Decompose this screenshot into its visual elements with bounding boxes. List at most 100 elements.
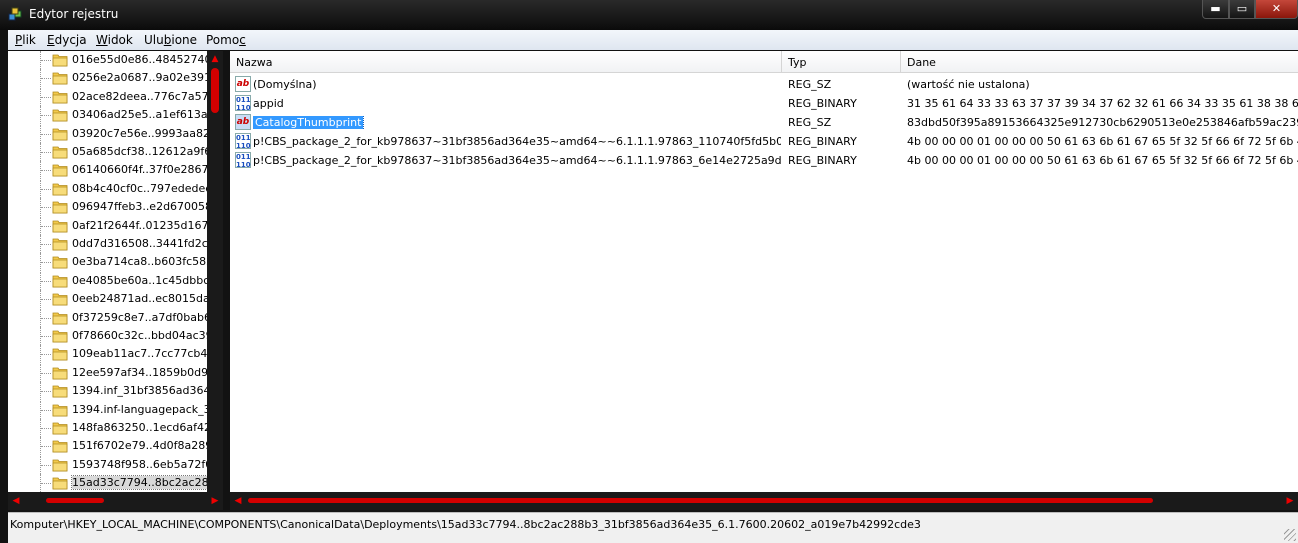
menu-view[interactable]: Widok <box>96 33 133 47</box>
tree-item[interactable]: 0dd7d316508..3441fd2cdc <box>8 235 207 253</box>
title-bar[interactable]: Edytor rejestru ▬ ▭ ✕ <box>0 0 1298 30</box>
registry-tree[interactable]: 016e55d0e86..484527408f. 0256e2a0687..9a0… <box>8 51 223 510</box>
tree-guide-branch <box>41 96 51 98</box>
tree-item-label: 0af21f2644f..01235d16785 <box>72 218 207 232</box>
folder-icon <box>52 256 68 269</box>
registry-editor-app-icon <box>8 7 22 21</box>
tree-item-label: 0e4085be60a..1c45dbbc1a <box>72 273 207 287</box>
tree-item[interactable]: 0e4085be60a..1c45dbbc1a <box>8 271 207 290</box>
list-hscroll-thumb[interactable] <box>248 498 1153 503</box>
folder-icon <box>52 220 68 232</box>
tree-guide-branch <box>41 317 51 319</box>
menu-edit-rest: dycja <box>54 33 87 47</box>
folder-icon <box>52 91 68 104</box>
column-header-type[interactable]: Typ <box>782 51 901 73</box>
string-value-icon: ab <box>235 114 251 130</box>
folder-icon <box>52 312 68 324</box>
tree-item-label: 0e3ba714ca8..b603fc5828. <box>72 255 207 269</box>
tree-item-label: 03920c7e56e..9993aa820b <box>72 126 207 140</box>
tree-guide-branch <box>41 78 51 80</box>
folder-icon <box>52 109 68 122</box>
tree-item-label: 0f37259c8e7..a7df0bab62a <box>72 310 207 324</box>
tree-guide-branch <box>41 428 51 429</box>
value-row[interactable]: 011 110 p!CBS_package_2_for_kb978637~31bf… <box>230 132 1298 151</box>
tree-item[interactable]: 1593748f958..6eb5a72f0b8 <box>8 455 207 474</box>
tree-horizontal-scrollbar[interactable]: ◀ ▶ <box>8 492 223 510</box>
tree-item[interactable]: 15ad33c7794..8bc2ac288b <box>8 474 207 493</box>
list-scroll-left-arrow-icon[interactable]: ◀ <box>230 492 246 510</box>
folder-icon <box>52 275 68 288</box>
tree-vscroll-thumb[interactable] <box>211 68 219 113</box>
tree-item[interactable]: 0f78660c32c..bbd04ac394 <box>8 327 207 345</box>
tree-item-label: 1593748f958..6eb5a72f0b8 <box>72 457 207 471</box>
folder-icon <box>52 164 68 177</box>
tree-item[interactable]: 0256e2a0687..9a02e3917e <box>8 69 207 88</box>
tree-item-label: 05a685dcf38..12612a9f6ce <box>72 145 207 158</box>
tree-item[interactable]: 0af21f2644f..01235d16785 <box>8 216 207 235</box>
scroll-up-arrow-icon[interactable]: ▲ <box>207 51 223 67</box>
menu-favorites[interactable]: Ulubione <box>144 33 197 47</box>
column-header-data[interactable]: Dane <box>901 51 1298 73</box>
tree-item[interactable]: 1394.inf-languagepack_31 <box>8 400 207 419</box>
minimize-button[interactable]: ▬ <box>1202 0 1229 19</box>
close-button[interactable]: ✕ <box>1255 0 1298 19</box>
menu-file[interactable]: Plik <box>15 33 36 47</box>
tree-item[interactable]: 096947ffeb3..e2d67005872 <box>8 198 207 217</box>
value-row[interactable]: 011 110 appid REG_BINARY 31 35 61 64 33 33 … <box>230 94 1298 113</box>
value-data: 83dbd50f395a89153664325e912730cb6290513e… <box>907 116 1298 129</box>
tree-item[interactable]: 148fa863250..1ecd6af42b8 <box>8 419 207 437</box>
value-name-text: appid <box>253 97 284 110</box>
tree-item[interactable]: 05a685dcf38..12612a9f6ce <box>8 143 207 161</box>
tree-item[interactable]: 06140660f4f..37f0e28670e <box>8 161 207 180</box>
resize-grip-icon[interactable] <box>1284 529 1296 541</box>
folder-icon <box>52 146 68 159</box>
menu-view-accel: W <box>96 33 108 47</box>
tree-scroll-right-arrow-icon[interactable]: ▶ <box>207 492 223 510</box>
value-name: CatalogThumbprint <box>253 116 781 129</box>
menu-help[interactable]: Pomoc <box>206 33 246 47</box>
tree-item[interactable]: 0f37259c8e7..a7df0bab62a <box>8 308 207 327</box>
window-title: Edytor rejestru <box>29 7 119 21</box>
value-type: REG_BINARY <box>788 135 857 148</box>
tree-guide-branch <box>41 354 51 356</box>
list-horizontal-scrollbar[interactable]: ◀ ▶ <box>230 492 1298 510</box>
values-list[interactable]: Nazwa Typ Dane ab (Domyślna) REG_SZ (wartoś… <box>230 51 1298 492</box>
folder-icon <box>52 330 68 343</box>
value-row[interactable]: ab (Domyślna) REG_SZ (wartość nie ustalona) <box>230 75 1298 94</box>
tree-item[interactable]: 0eeb24871ad..ec8015da3b <box>8 290 207 309</box>
tree-item[interactable]: 03920c7e56e..9993aa820b <box>8 124 207 143</box>
tree-item[interactable]: 02ace82deea..776c7a5762 <box>8 87 207 106</box>
registry-editor-window: Edytor rejestru ▬ ▭ ✕ Plik Edycja Widok … <box>0 0 1298 543</box>
value-type: REG_SZ <box>788 116 832 129</box>
tree-item[interactable]: 016e55d0e86..484527408f. <box>8 51 207 69</box>
tree-item-label: 096947ffeb3..e2d67005872 <box>72 200 207 214</box>
tree-item[interactable]: 08b4c40cf0c..797ededee4 <box>8 179 207 198</box>
column-header-name[interactable]: Nazwa <box>230 51 782 73</box>
value-row[interactable]: ab CatalogThumbprint REG_SZ 83dbd50f395a891… <box>230 113 1298 132</box>
folder-icon <box>52 54 68 67</box>
tree-guide-branch <box>41 152 51 153</box>
binary-value-icon: 011 110 <box>235 133 251 150</box>
tree-item[interactable]: 109eab11ac7..7cc77cb40c <box>8 345 207 364</box>
folder-icon <box>52 348 68 361</box>
tree-item[interactable]: 12ee597af34..1859b0d9a5 <box>8 363 207 382</box>
maximize-button[interactable]: ▭ <box>1229 0 1255 19</box>
tree-item[interactable]: 0e3ba714ca8..b603fc5828. <box>8 253 207 272</box>
tree-scroll-left-arrow-icon[interactable]: ◀ <box>8 492 24 510</box>
tree-item[interactable]: 1394.inf_31bf3856ad364e3 <box>8 382 207 401</box>
tree-vertical-scrollbar[interactable]: ▲ <box>207 51 223 492</box>
menu-file-rest: lik <box>22 33 36 47</box>
value-data: 4b 00 00 00 01 00 00 00 50 61 63 6b 61 6… <box>907 135 1298 148</box>
list-scroll-right-arrow-icon[interactable]: ▶ <box>1282 492 1298 510</box>
value-row[interactable]: 011 110 p!CBS_package_2_for_kb978637~31bf… <box>230 151 1298 170</box>
value-data: 31 35 61 64 33 33 63 37 37 39 34 37 62 3… <box>907 97 1298 110</box>
value-type: REG_BINARY <box>788 154 857 167</box>
tree-item[interactable]: 151f6702e79..4d0f8a2899c <box>8 437 207 456</box>
tree-item[interactable]: 03406ad25e5..a1ef613acb. <box>8 106 207 125</box>
pane-splitter[interactable] <box>223 51 230 510</box>
menu-edit[interactable]: Edycja <box>47 33 87 47</box>
tree-item-label: 109eab11ac7..7cc77cb40c <box>72 347 207 361</box>
value-name: p!CBS_package_2_for_kb978637~31bf3856ad3… <box>253 135 781 148</box>
tree-guide-branch <box>41 280 51 282</box>
tree-hscroll-thumb[interactable] <box>46 498 104 503</box>
